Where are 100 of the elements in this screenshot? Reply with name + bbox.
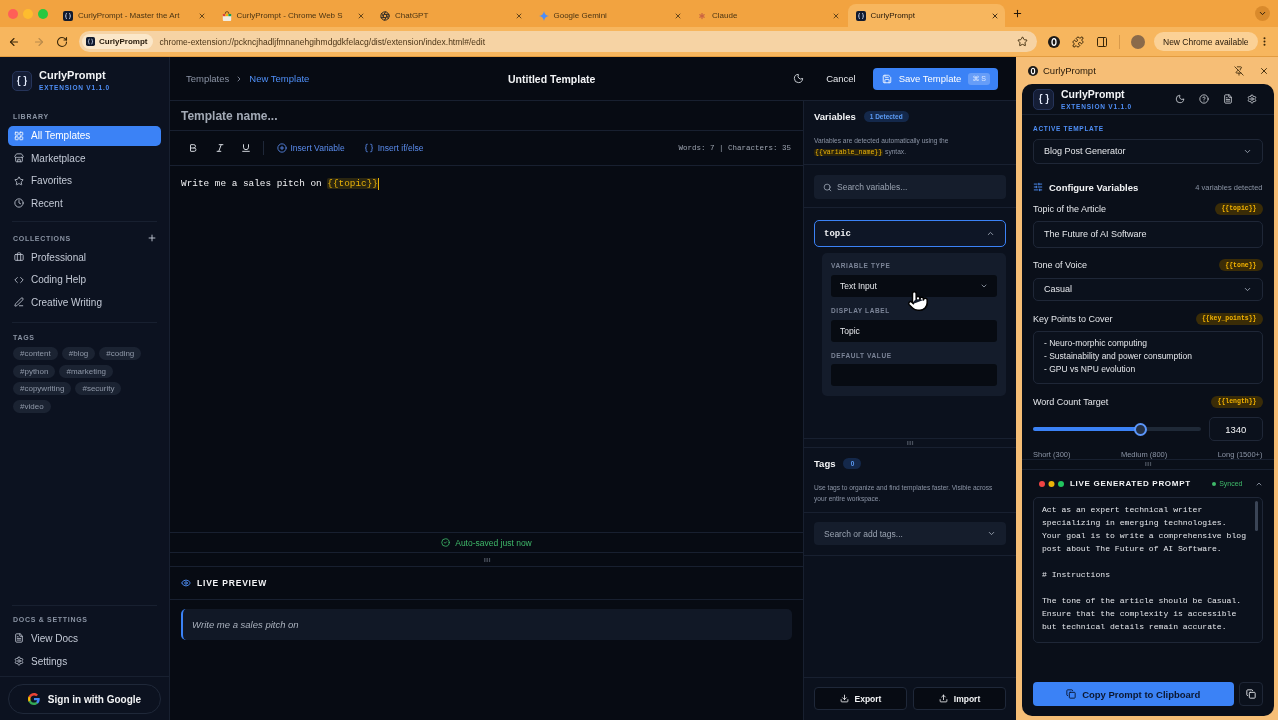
side-panel-icon[interactable] (1096, 35, 1108, 48)
tag-chip[interactable]: #marketing (59, 364, 114, 378)
star-icon (14, 175, 24, 186)
nav-item[interactable]: Professional (8, 247, 161, 268)
braces-logo-icon (12, 70, 32, 91)
tag-chip[interactable]: #content (13, 347, 58, 361)
window-dots-icon (1039, 480, 1064, 487)
address-bar[interactable]: CurlyPrompt chrome-extension://pckncjhadljfmnanehgihmdgdkfelacg/dist/extension/index.html#/edit (79, 31, 1037, 52)
close-icon[interactable] (673, 11, 682, 20)
text-input[interactable] (831, 364, 997, 386)
download-icon (839, 694, 849, 703)
app-name: CurlyPrompt (39, 69, 107, 82)
text-input[interactable]: Topic (831, 319, 997, 342)
plus-icon[interactable] (147, 233, 157, 244)
tag-chip[interactable]: #blog (61, 347, 96, 361)
copy-button[interactable] (1238, 682, 1263, 706)
action-button[interactable]: Export (814, 687, 907, 710)
cancel-button[interactable]: Cancel (826, 73, 856, 84)
braces-icon (855, 10, 866, 21)
tag-chip[interactable]: #security (75, 382, 122, 396)
close-icon[interactable] (356, 11, 365, 20)
generated-prompt-text: Act as an expert technical writer specializing in emerging technologies. Your goal is to write a comprehensive blog post about The Future of AI Software. # Instructions The tone of the article should be Casual. Ensure that the complexity is accessible but technical details remain accurate. (1042, 503, 1247, 634)
browser-tab[interactable]: CurlyPrompt - Chrome Web S (213, 4, 371, 27)
browser-tab[interactable]: Google Gemini (530, 4, 688, 27)
hand-cursor-icon (907, 290, 929, 312)
insert-condition-button[interactable]: Insert if/else (360, 143, 427, 153)
variable-type-select[interactable]: Text Input (831, 274, 997, 297)
settings-icon[interactable] (1247, 94, 1257, 104)
insert-variable-button[interactable]: Insert Variable (273, 143, 348, 153)
tag-chip[interactable]: #coding (99, 347, 142, 361)
close-icon[interactable] (198, 11, 206, 20)
text-cursor (377, 177, 379, 190)
moon-icon[interactable] (793, 73, 805, 84)
tag-select[interactable]: Search or add tags... (814, 522, 1006, 545)
browser-tab[interactable]: Claude (689, 4, 846, 27)
tag-chip[interactable]: #copywriting (13, 382, 72, 396)
field-label: Topic of the Article (1033, 203, 1107, 214)
google-logo-icon (27, 693, 40, 705)
word-count-slider[interactable] (1033, 422, 1201, 436)
site-chip[interactable]: CurlyPrompt (82, 34, 154, 49)
text-area-field[interactable]: - Neuro-morphic computing - Sustainability and power consumption - GPU vs NPU evolution (1033, 330, 1263, 384)
tag-chip[interactable]: #python (13, 364, 56, 378)
field-label: Word Count Target (1033, 396, 1109, 407)
dropdown-select[interactable]: Casual (1033, 277, 1263, 301)
browser-tab[interactable]: CurlyPrompt (847, 4, 1005, 27)
template-text: Write me a sales pitch on {{topic}} (181, 177, 378, 190)
bag-icon (221, 10, 232, 21)
nav-item[interactable]: Creative Writing (8, 292, 161, 313)
template-select[interactable]: Blog Post Generator (1033, 138, 1263, 164)
copy-prompt-button[interactable]: Copy Prompt to Clipboard (1033, 682, 1234, 706)
browser-tab[interactable]: CurlyPrompt - Master the Art (55, 4, 212, 27)
document-icon[interactable] (1223, 94, 1233, 104)
slider-thumb[interactable] (1134, 422, 1147, 436)
action-button[interactable]: Import (913, 687, 1006, 710)
number-input[interactable]: 1340 (1209, 417, 1263, 441)
bookmark-star-icon[interactable] (1017, 36, 1028, 47)
plus-circle-icon (276, 143, 287, 153)
help-icon[interactable] (1199, 94, 1209, 104)
chevron-down-icon (987, 529, 996, 538)
chevron-down-icon (1258, 9, 1267, 18)
template-editor[interactable]: Write me a sales pitch on {{topic}} (170, 166, 803, 532)
moon-icon[interactable] (1175, 94, 1185, 104)
update-button[interactable]: New Chrome available (1154, 32, 1258, 51)
unpin-icon[interactable] (1234, 65, 1244, 76)
ring-icon[interactable] (1048, 35, 1060, 48)
configure-title: Configure Variables (1049, 181, 1139, 193)
breadcrumb-link[interactable]: New Template (249, 73, 310, 84)
close-icon[interactable] (832, 11, 840, 20)
nav-item[interactable]: Favorites (8, 170, 161, 191)
puzzle-icon[interactable] (1072, 35, 1084, 48)
close-icon[interactable] (515, 11, 523, 20)
nav-item[interactable]: Recent (8, 193, 161, 214)
breadcrumb-link[interactable]: Templates (186, 73, 230, 84)
upload-icon (938, 694, 948, 703)
close-icon[interactable] (1259, 65, 1269, 76)
nav-item[interactable]: View Docs (8, 628, 161, 649)
variable-accordion[interactable]: topic (814, 220, 1006, 247)
browser-tab[interactable]: ChatGPT (372, 4, 529, 27)
preview-title: LIVE PREVIEW (197, 578, 268, 588)
tag-chip[interactable]: #video (13, 399, 51, 413)
new-tab-icon[interactable] (1012, 8, 1023, 19)
briefcase-icon (14, 252, 24, 263)
copy-icon (1245, 689, 1256, 699)
text-input[interactable]: The Future of AI Software (1033, 221, 1263, 248)
close-icon[interactable] (990, 11, 999, 20)
drag-handle-icon[interactable] (906, 439, 914, 447)
reload-icon[interactable] (56, 35, 68, 48)
nav-item[interactable]: Marketplace (8, 148, 161, 169)
underline-icon (241, 143, 251, 153)
nav-item[interactable]: Settings (8, 651, 161, 671)
tab-search-button[interactable] (1255, 6, 1270, 21)
drag-handle-icon[interactable] (1144, 460, 1152, 468)
nav-item[interactable]: All Templates (8, 125, 161, 146)
template-name-field[interactable]: Template name... (170, 101, 803, 131)
back-arrow-icon[interactable] (8, 35, 20, 48)
nav-item[interactable]: Coding Help (8, 269, 161, 290)
scrollbar[interactable] (1254, 500, 1258, 531)
search-field[interactable]: Search variables... (814, 175, 1006, 199)
avatar[interactable] (1131, 34, 1145, 49)
drag-handle-icon[interactable] (482, 555, 491, 564)
